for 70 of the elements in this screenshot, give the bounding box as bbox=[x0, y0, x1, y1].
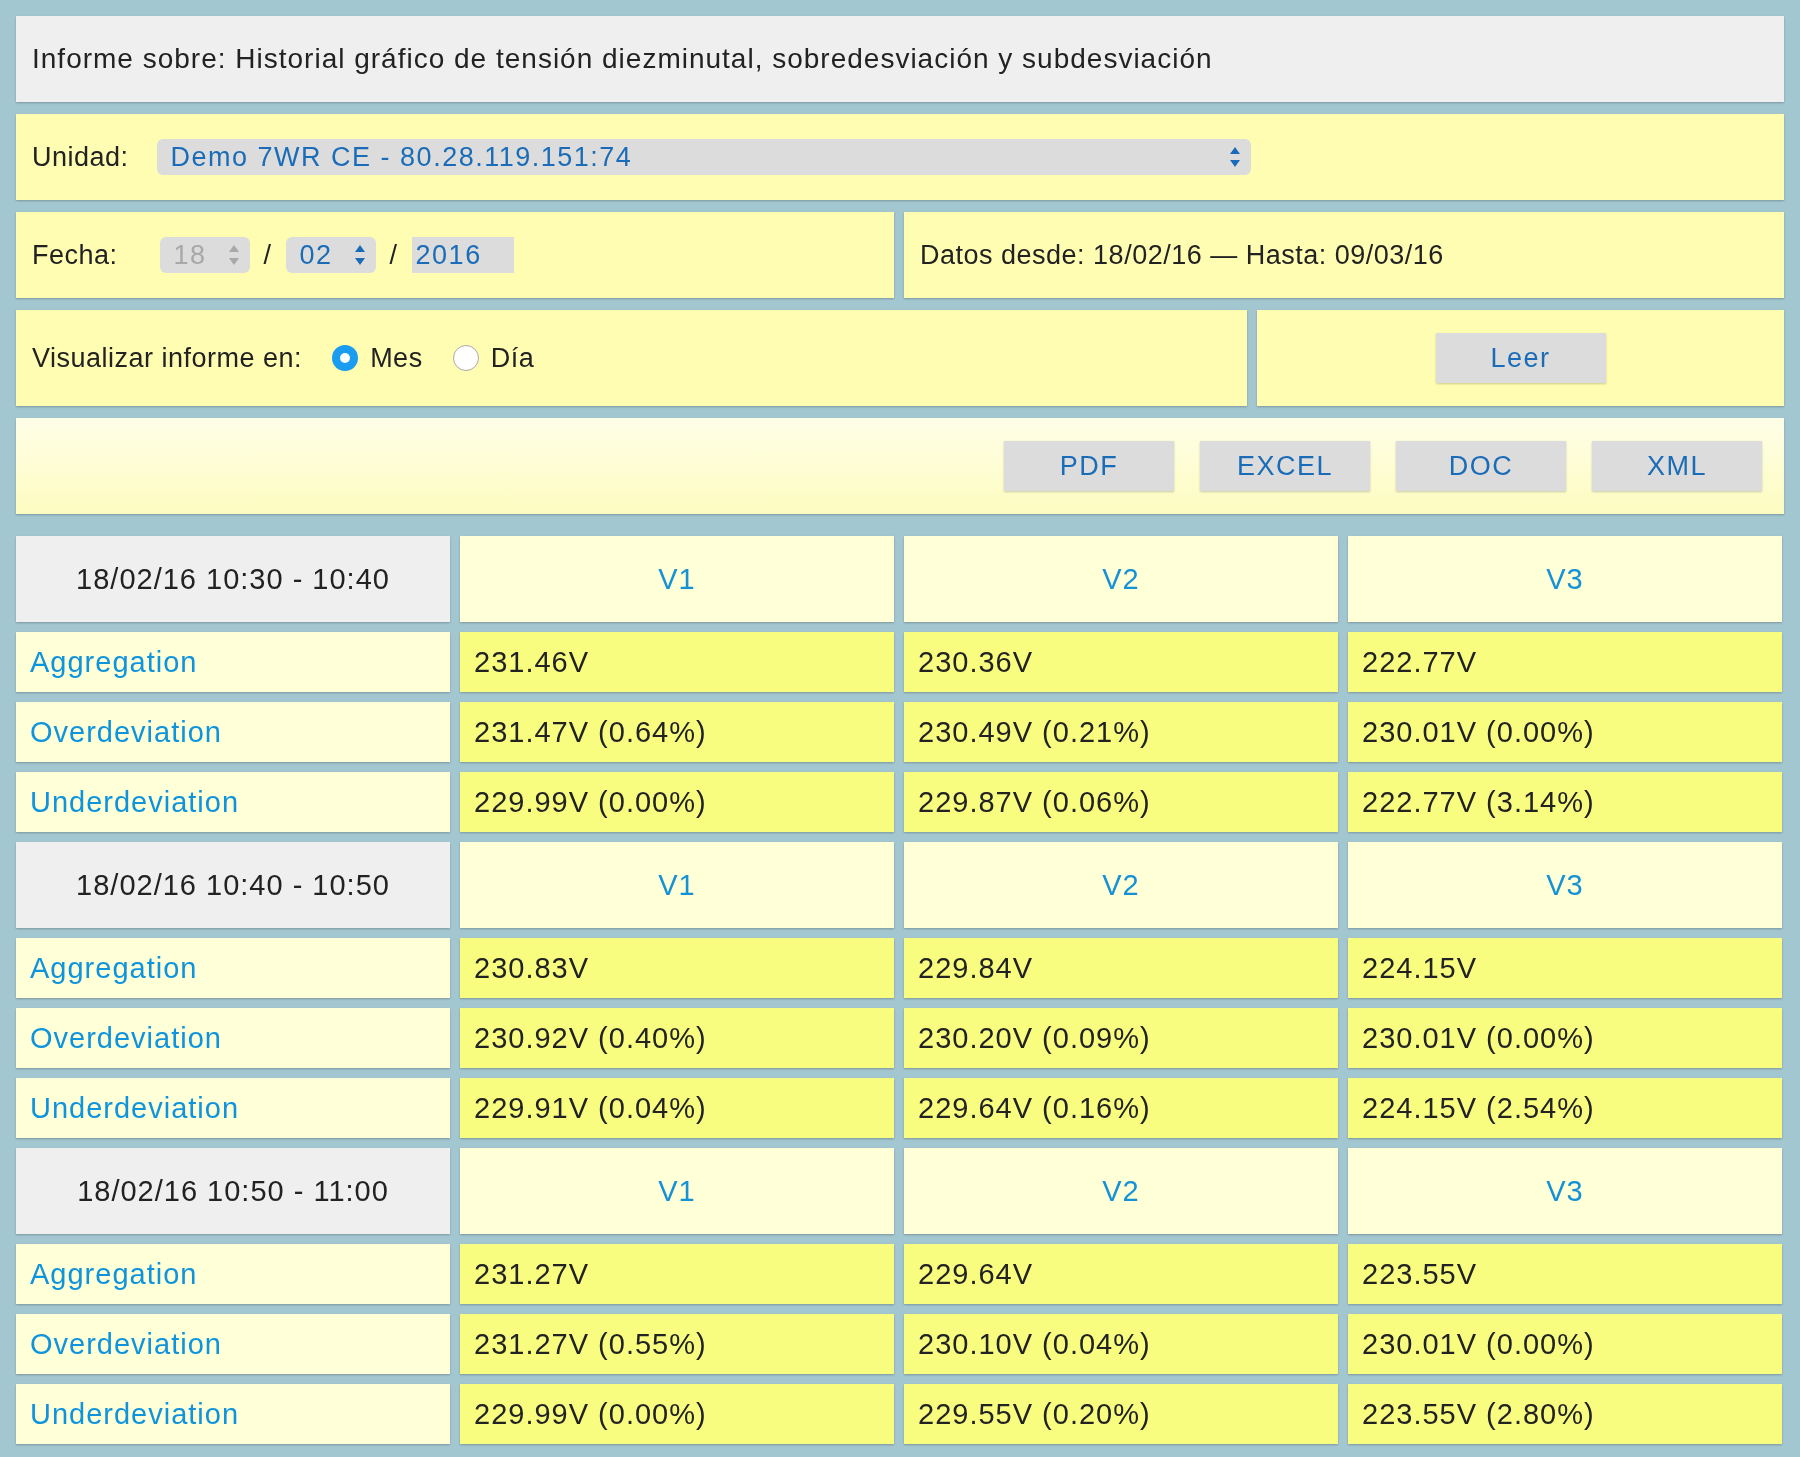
period-header: 18/02/16 10:40 - 10:50 bbox=[16, 842, 450, 928]
table-cell: 229.91V (0.04%) bbox=[460, 1078, 894, 1138]
radio-icon[interactable] bbox=[452, 345, 479, 371]
table-cell: 222.77V bbox=[1348, 632, 1782, 692]
table-cell: 231.27V bbox=[460, 1244, 894, 1304]
table-cell: 224.15V (2.54%) bbox=[1348, 1078, 1782, 1138]
table-cell: 230.01V (0.00%) bbox=[1348, 1314, 1782, 1374]
table-cell: 230.36V bbox=[904, 632, 1338, 692]
table-cell: 229.99V (0.00%) bbox=[460, 772, 894, 832]
date-select[interactable]: 02 bbox=[285, 237, 376, 273]
table-cell: 229.84V bbox=[904, 938, 1338, 998]
table-cell: 229.64V bbox=[904, 1244, 1338, 1304]
table-cell: 229.87V (0.06%) bbox=[904, 772, 1338, 832]
row-label: Overdeviation bbox=[16, 702, 450, 762]
table-cell: 230.01V (0.00%) bbox=[1348, 1008, 1782, 1068]
stepper-arrows-icon bbox=[1228, 146, 1241, 168]
row-label: Aggregation bbox=[16, 1244, 450, 1304]
year-field[interactable]: 2016 bbox=[411, 237, 514, 273]
unit-label: Unidad: bbox=[32, 141, 129, 173]
unit-select[interactable]: Demo 7WR CE - 80.28.119.151:74 bbox=[156, 139, 1251, 175]
date-separator: / bbox=[263, 239, 272, 271]
table-cell: 230.92V (0.40%) bbox=[460, 1008, 894, 1068]
row-label: Overdeviation bbox=[16, 1008, 450, 1068]
column-header: V3 bbox=[1348, 842, 1782, 928]
export-button[interactable]: EXCEL bbox=[1200, 441, 1370, 491]
period-header: 18/02/16 10:30 - 10:40 bbox=[16, 536, 450, 622]
export-button[interactable]: PDF bbox=[1004, 441, 1174, 491]
table-cell: 229.55V (0.20%) bbox=[904, 1384, 1338, 1444]
table-cell: 223.55V bbox=[1348, 1244, 1782, 1304]
column-header: V1 bbox=[460, 536, 894, 622]
table-cell: 230.01V (0.00%) bbox=[1348, 702, 1782, 762]
column-header: V2 bbox=[904, 842, 1338, 928]
table-cell: 230.49V (0.21%) bbox=[904, 702, 1338, 762]
data-range-text: Datos desde: 18/02/16 — Hasta: 09/03/16 bbox=[920, 239, 1444, 271]
radio-option[interactable]: Día bbox=[452, 342, 535, 374]
column-header: V1 bbox=[460, 842, 894, 928]
column-header: V1 bbox=[460, 1148, 894, 1234]
column-header: V3 bbox=[1348, 536, 1782, 622]
stepper-arrows-icon bbox=[227, 244, 240, 266]
table-cell: 231.46V bbox=[460, 632, 894, 692]
stepper-arrows-icon bbox=[353, 244, 366, 266]
read-button[interactable]: Leer bbox=[1435, 333, 1606, 383]
row-label: Aggregation bbox=[16, 632, 450, 692]
table-cell: 231.27V (0.55%) bbox=[460, 1314, 894, 1374]
row-label: Underdeviation bbox=[16, 772, 450, 832]
column-header: V3 bbox=[1348, 1148, 1782, 1234]
table-cell: 231.47V (0.64%) bbox=[460, 702, 894, 762]
date-separator: / bbox=[389, 239, 398, 271]
table-cell: 230.83V bbox=[460, 938, 894, 998]
column-header: V2 bbox=[904, 1148, 1338, 1234]
export-button[interactable]: XML bbox=[1592, 441, 1762, 491]
report-title: Informe sobre: Historial gráfico de tensión diezminutal, sobredesviación y subdesviación bbox=[16, 16, 1784, 102]
table-cell: 224.15V bbox=[1348, 938, 1782, 998]
table-cell: 229.64V (0.16%) bbox=[904, 1078, 1338, 1138]
date-label: Fecha: bbox=[32, 239, 118, 271]
row-label: Underdeviation bbox=[16, 1384, 450, 1444]
table-cell: 230.10V (0.04%) bbox=[904, 1314, 1338, 1374]
row-label: Underdeviation bbox=[16, 1078, 450, 1138]
table-cell: 229.99V (0.00%) bbox=[460, 1384, 894, 1444]
row-label: Overdeviation bbox=[16, 1314, 450, 1374]
view-label: Visualizar informe en: bbox=[32, 342, 303, 374]
export-button[interactable]: DOC bbox=[1396, 441, 1566, 491]
table-cell: 230.20V (0.09%) bbox=[904, 1008, 1338, 1068]
period-header: 18/02/16 10:50 - 11:00 bbox=[16, 1148, 450, 1234]
column-header: V2 bbox=[904, 536, 1338, 622]
radio-icon[interactable] bbox=[332, 345, 359, 371]
row-label: Aggregation bbox=[16, 938, 450, 998]
table-cell: 223.55V (2.80%) bbox=[1348, 1384, 1782, 1444]
table-cell: 222.77V (3.14%) bbox=[1348, 772, 1782, 832]
radio-option[interactable]: Mes bbox=[332, 342, 423, 374]
